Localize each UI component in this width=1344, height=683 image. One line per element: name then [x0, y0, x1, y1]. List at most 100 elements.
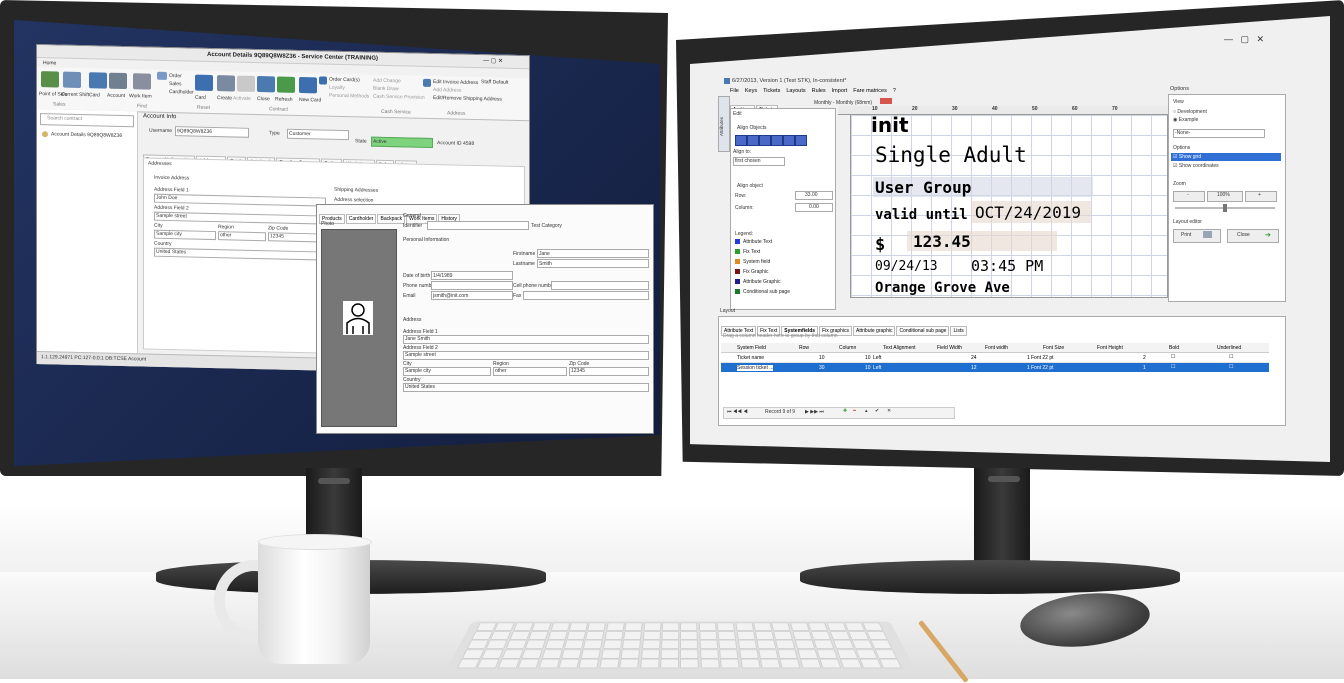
- nav-next-button[interactable]: ▶ ▶▶ ⏭: [805, 409, 824, 415]
- keyboard-key: [599, 658, 620, 669]
- identifier-input[interactable]: [427, 221, 529, 230]
- keyboard-key: [879, 658, 903, 669]
- tab-attribute-graphic[interactable]: Attribute graphic: [853, 326, 896, 336]
- view-option-development[interactable]: ○ Development: [1173, 109, 1207, 115]
- keyboard-key: [810, 631, 832, 640]
- cell-fwidth: 1: [1027, 365, 1030, 371]
- align-right-icon[interactable]: [759, 135, 771, 146]
- doc-tab-close-icon[interactable]: [880, 98, 892, 104]
- ov-addr2-input[interactable]: [403, 351, 649, 360]
- state-label: State: [355, 138, 367, 145]
- zoom-minus-button[interactable]: [1173, 191, 1205, 202]
- cell-row: 10: [819, 355, 825, 361]
- col-column[interactable]: Column: [839, 345, 856, 351]
- align-left-icon[interactable]: [735, 135, 747, 146]
- navigation-panel: Search contract Account Details 9Q89Q8W8…: [37, 109, 138, 358]
- col-row[interactable]: Row: [799, 345, 809, 351]
- keyboard-key: [642, 631, 661, 640]
- cell-bold-checkbox[interactable]: ☐: [1171, 364, 1175, 370]
- tab-cardholder[interactable]: Cardholder: [345, 214, 377, 224]
- col-bold[interactable]: Bold: [1169, 345, 1179, 351]
- table-row[interactable]: Ticket name 10 10 Left 24 1 Font 22 pt 2…: [721, 353, 1269, 363]
- zoom-slider-thumb[interactable]: [1223, 204, 1227, 212]
- keyboard-key: [547, 631, 568, 640]
- align-bottom-icon[interactable]: [795, 135, 807, 146]
- col-font-width[interactable]: Font width: [985, 345, 1008, 351]
- zoom-plus-button[interactable]: [1245, 191, 1277, 202]
- options-label: Options: [1173, 145, 1191, 151]
- window-controls[interactable]: — ▢ ✕: [483, 57, 503, 64]
- show-coords-checkbox[interactable]: ☑ Show coordinates: [1173, 163, 1219, 169]
- menu-tickets[interactable]: Tickets: [763, 88, 780, 94]
- create-icon[interactable]: [217, 75, 235, 92]
- close-icon[interactable]: [257, 76, 275, 93]
- order-cards-icon[interactable]: [319, 76, 327, 85]
- cell-underlined-checkbox[interactable]: ☐: [1229, 364, 1233, 370]
- phone-input[interactable]: [431, 281, 513, 290]
- point-of-sale-icon[interactable]: [41, 71, 59, 88]
- home-tab[interactable]: Home: [43, 60, 56, 66]
- view-option-example[interactable]: ◉ Example: [1173, 117, 1198, 123]
- fax-input[interactable]: [523, 291, 649, 300]
- show-grid-checkbox[interactable]: ☑ Show grid: [1173, 154, 1201, 160]
- col-field-width[interactable]: Field Width: [937, 345, 962, 351]
- nav-delete-button[interactable]: ━: [853, 408, 856, 414]
- nav-edit-button[interactable]: ▴: [865, 408, 868, 414]
- tree-item-account[interactable]: Account Details 9Q89Q8W8Z36: [51, 131, 122, 139]
- menu-import[interactable]: Import: [832, 88, 848, 94]
- tab-lists[interactable]: Lists: [950, 326, 967, 336]
- current-shift-icon[interactable]: [63, 71, 81, 89]
- cell-align: Left: [873, 365, 882, 371]
- lastname-input[interactable]: [537, 259, 649, 268]
- table-row-selected[interactable]: Session ticket ... 30 10 Left 12 1 Font …: [721, 363, 1269, 372]
- col-system-field[interactable]: System Field: [737, 345, 766, 351]
- keyboard-key: [866, 631, 889, 640]
- card-icon-2[interactable]: [195, 74, 213, 92]
- ov-addr1-input[interactable]: [403, 335, 649, 344]
- account-icon[interactable]: [109, 72, 127, 90]
- ribbon-label-card2: Card: [195, 94, 206, 101]
- nav-add-button[interactable]: ✚: [843, 408, 847, 414]
- col-font-size[interactable]: Font Size: [1043, 345, 1064, 351]
- col-underlined[interactable]: Underlined: [1217, 345, 1241, 351]
- nav-first-button[interactable]: ⏮ ◀◀ ◀: [727, 409, 748, 415]
- ribbon-label-sales: Sales: [169, 81, 182, 88]
- keyboard-key: [777, 649, 799, 659]
- col-font-height[interactable]: Font Height: [1097, 345, 1123, 351]
- col-text-alignment[interactable]: Text Alignment: [883, 345, 916, 351]
- ov-country-input[interactable]: [403, 383, 649, 392]
- tab-conditional-sub-page[interactable]: Conditional sub page: [896, 326, 950, 336]
- nav-confirm-button[interactable]: ✔: [875, 408, 879, 414]
- right-window-controls[interactable]: — ▢ ✕: [1224, 34, 1264, 45]
- ruler-mark: 20: [912, 106, 918, 112]
- edit-address-icon[interactable]: [423, 78, 431, 87]
- new-card-icon[interactable]: [299, 76, 317, 94]
- order-icon[interactable]: [157, 71, 167, 80]
- keyboard-key: [517, 658, 540, 669]
- align-center-icon[interactable]: [747, 135, 759, 146]
- tab-backpack[interactable]: Backpack: [377, 214, 406, 224]
- align-top-icon[interactable]: [771, 135, 783, 146]
- menu-file[interactable]: File: [730, 88, 739, 94]
- activate-icon[interactable]: [237, 75, 255, 92]
- menu-fare-matrices[interactable]: Fare matrices: [853, 88, 887, 94]
- refresh-icon[interactable]: [277, 76, 295, 93]
- align-middle-icon[interactable]: [783, 135, 795, 146]
- menu-keys[interactable]: Keys: [745, 88, 757, 94]
- region-label: Region: [218, 224, 234, 231]
- cell-bold-checkbox[interactable]: ☐: [1171, 354, 1175, 360]
- keyboard-key: [819, 658, 842, 669]
- keyboard-key: [513, 622, 534, 631]
- menu-rules[interactable]: Rules: [812, 88, 826, 94]
- card-icon[interactable]: [89, 72, 107, 89]
- nav-cancel-button[interactable]: ✕: [887, 408, 891, 414]
- ticket-canvas[interactable]: init Single Adult User Group valid until…: [850, 113, 1168, 298]
- firstname-input[interactable]: [537, 249, 649, 258]
- work-item-icon[interactable]: [133, 73, 151, 90]
- menu-layouts[interactable]: Layouts: [786, 88, 805, 94]
- cell-input[interactable]: [551, 281, 649, 290]
- close-button[interactable]: [1227, 229, 1279, 243]
- cell-underlined-checkbox[interactable]: ☐: [1229, 354, 1233, 360]
- menu-help[interactable]: ?: [893, 88, 896, 94]
- cell-col: 10: [865, 355, 871, 361]
